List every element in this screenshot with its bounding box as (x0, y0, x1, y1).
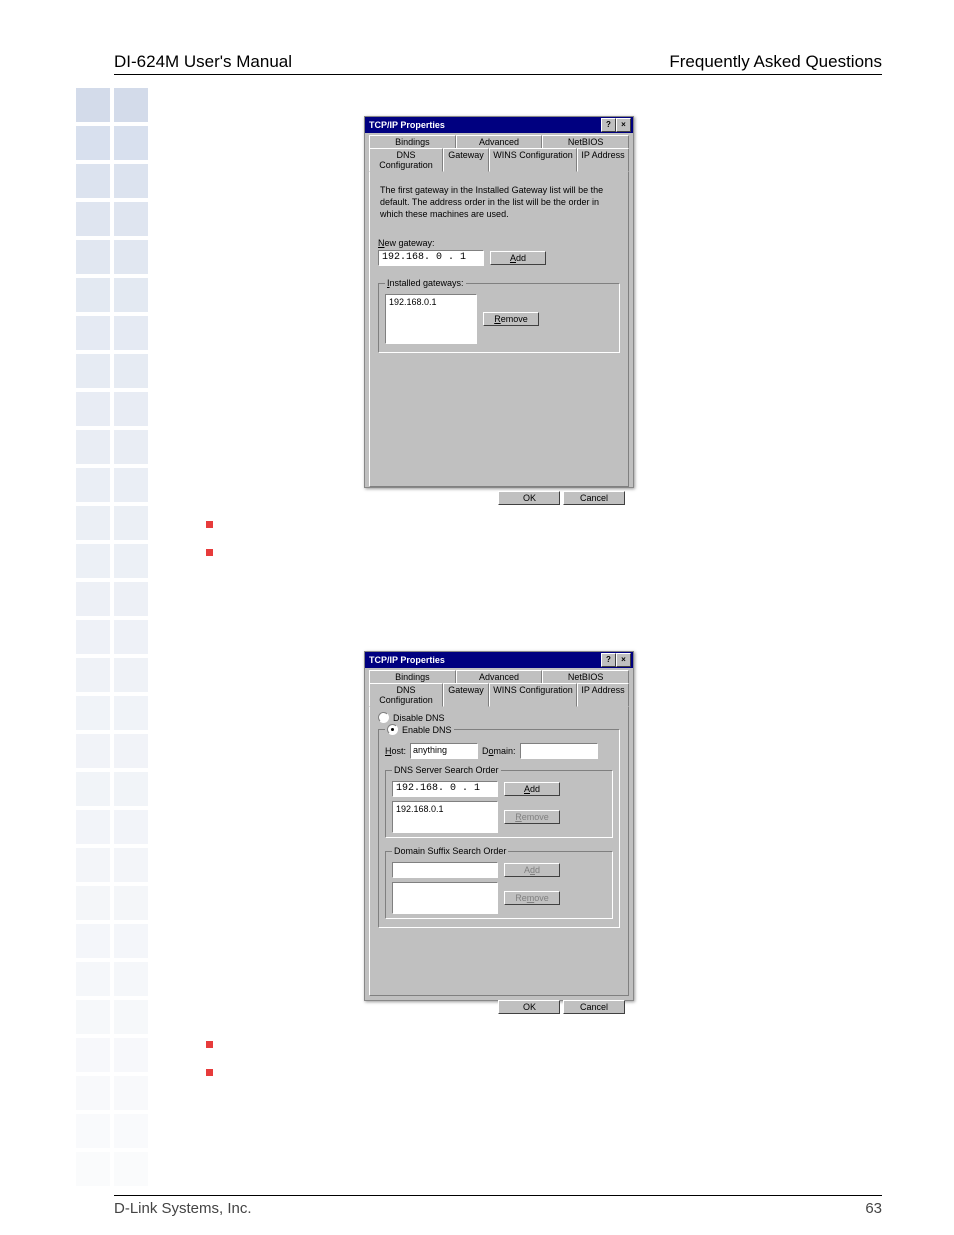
header-right: Frequently Asked Questions (669, 52, 882, 72)
tcpip-dialog-gateway: TCP/IP Properties ? × Bindings Advanced … (364, 116, 634, 488)
bullet-icon (206, 549, 213, 556)
tab-dns-config[interactable]: DNS Configuration (369, 683, 443, 707)
installed-gateways-list[interactable]: 192.168.0.1 (385, 294, 477, 344)
tab-gateway[interactable]: Gateway (443, 683, 489, 707)
tab-dns-config[interactable]: DNS Configuration (369, 148, 443, 172)
tab-wins-config[interactable]: WINS Configuration (489, 683, 577, 707)
tab-netbios[interactable]: NetBIOS (542, 135, 629, 149)
dns-search-order-group: DNS Server Search Order 192.168. 0 . 1 A… (385, 765, 613, 838)
tab-bindings[interactable]: Bindings (369, 135, 456, 149)
bullet-icon (206, 1041, 213, 1048)
tab-advanced[interactable]: Advanced (456, 670, 543, 684)
tab-panel: The first gateway in the Installed Gatew… (369, 171, 629, 487)
footer-page-number: 63 (865, 1200, 882, 1217)
ok-button[interactable]: OK (498, 491, 560, 505)
help-button[interactable]: ? (601, 118, 616, 132)
dns-add-button[interactable]: Add (504, 782, 560, 796)
suffix-input[interactable] (392, 862, 498, 878)
bullet-icon (206, 521, 213, 528)
sidebar-decoration (76, 88, 176, 1186)
new-gateway-label: New gateway: (378, 238, 620, 248)
tab-advanced[interactable]: Advanced (456, 135, 543, 149)
disable-dns-radio[interactable]: Disable DNS (378, 712, 620, 723)
domain-label: Domain: (482, 746, 516, 756)
dns-search-order-label: DNS Server Search Order (392, 765, 501, 775)
tab-panel: Disable DNS Enable DNS Host: anything Do… (369, 706, 629, 996)
footer-left: D-Link Systems, Inc. (114, 1200, 252, 1217)
tab-ip-address[interactable]: IP Address (577, 683, 629, 707)
enable-dns-group: Enable DNS Host: anything Domain: DNS Se… (378, 724, 620, 928)
close-button[interactable]: × (616, 118, 631, 132)
tcpip-dialog-dns: TCP/IP Properties ? × Bindings Advanced … (364, 651, 634, 1001)
domain-input[interactable] (520, 743, 598, 759)
cancel-button[interactable]: Cancel (563, 1000, 625, 1014)
dialog-title: TCP/IP Properties (369, 655, 445, 665)
installed-gateways-group: Installed gateways: 192.168.0.1 Remove (378, 278, 620, 353)
suffix-remove-button[interactable]: Remove (504, 891, 560, 905)
host-input[interactable]: anything (410, 743, 478, 759)
list-item[interactable]: 192.168.0.1 (389, 297, 473, 307)
ok-button[interactable]: OK (498, 1000, 560, 1014)
dns-remove-button[interactable]: Remove (504, 810, 560, 824)
installed-gateways-label: Installed gateways: (385, 278, 466, 288)
tab-netbios[interactable]: NetBIOS (542, 670, 629, 684)
dns-server-list[interactable]: 192.168.0.1 (392, 801, 498, 833)
suffix-search-order-group: Domain Suffix Search Order Add Remove (385, 846, 613, 919)
tab-gateway[interactable]: Gateway (443, 148, 489, 172)
page-footer: D-Link Systems, Inc. 63 (114, 1195, 882, 1217)
close-button[interactable]: × (616, 653, 631, 667)
tab-ip-address[interactable]: IP Address (577, 148, 629, 172)
dns-server-input[interactable]: 192.168. 0 . 1 (392, 781, 498, 797)
suffix-add-button[interactable]: Add (504, 863, 560, 877)
enable-dns-radio[interactable]: Enable DNS (387, 724, 452, 735)
tab-bindings[interactable]: Bindings (369, 670, 456, 684)
add-button[interactable]: Add (490, 251, 546, 265)
bullet-icon (206, 1069, 213, 1076)
help-button[interactable]: ? (601, 653, 616, 667)
host-label: Host: (385, 746, 406, 756)
list-item[interactable]: 192.168.0.1 (396, 804, 494, 814)
gateway-description: The first gateway in the Installed Gatew… (380, 184, 618, 220)
header-left: DI-624M User's Manual (114, 52, 292, 72)
tab-wins-config[interactable]: WINS Configuration (489, 148, 577, 172)
suffix-list[interactable] (392, 882, 498, 914)
dialog-title: TCP/IP Properties (369, 120, 445, 130)
cancel-button[interactable]: Cancel (563, 491, 625, 505)
titlebar[interactable]: TCP/IP Properties ? × (365, 117, 633, 133)
titlebar[interactable]: TCP/IP Properties ? × (365, 652, 633, 668)
new-gateway-input[interactable]: 192.168. 0 . 1 (378, 250, 484, 266)
page-header: DI-624M User's Manual Frequently Asked Q… (114, 52, 882, 75)
suffix-search-order-label: Domain Suffix Search Order (392, 846, 508, 856)
remove-button[interactable]: Remove (483, 312, 539, 326)
